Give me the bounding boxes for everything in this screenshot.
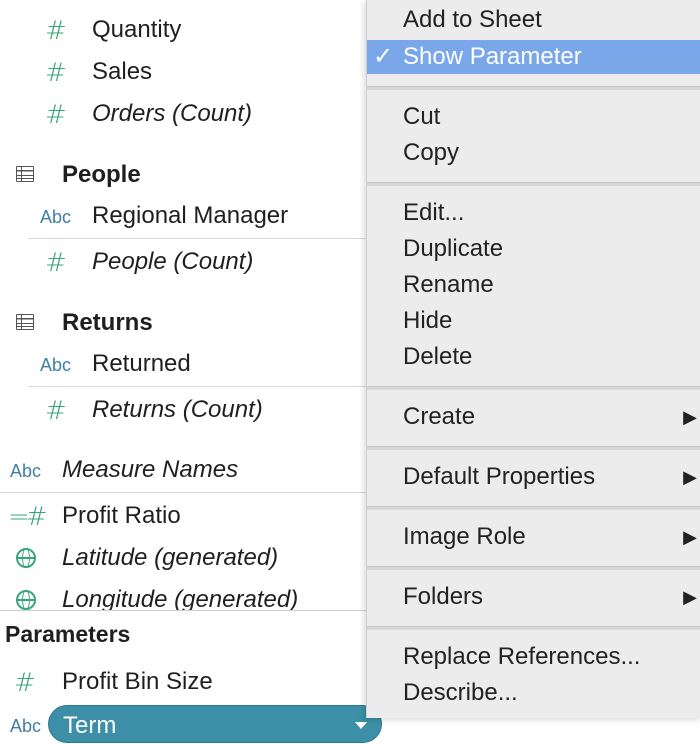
table-icon <box>16 166 34 182</box>
menu-item-describe[interactable]: Describe... <box>367 676 700 710</box>
menu-item-label: Duplicate <box>403 235 504 262</box>
parameter-term-pill[interactable]: Term <box>48 705 382 743</box>
menu-separator <box>367 182 700 186</box>
divider <box>0 492 366 493</box>
menu-item-replace-references[interactable]: Replace References... <box>367 640 700 674</box>
table-people[interactable]: People <box>62 163 141 187</box>
field-people-count[interactable]: People (Count) <box>92 250 253 274</box>
submenu-arrow-icon: ▶ <box>683 527 697 547</box>
menu-item-label: Create <box>403 403 476 430</box>
menu-item-label: Image Role <box>403 523 526 550</box>
menu-item-cut[interactable]: Cut <box>367 100 700 134</box>
submenu-arrow-icon: ▶ <box>683 407 697 427</box>
checkmark-icon: ✓ <box>373 43 394 70</box>
menu-separator <box>367 86 700 90</box>
dropdown-caret-icon[interactable] <box>355 722 367 729</box>
divider <box>28 238 366 239</box>
menu-item-delete[interactable]: Delete <box>367 340 700 374</box>
menu-separator <box>367 566 700 570</box>
submenu-arrow-icon: ▶ <box>683 587 697 607</box>
submenu-arrow-icon: ▶ <box>683 467 697 487</box>
field-measure-names[interactable]: Measure Names <box>62 458 238 482</box>
menu-item-label: Edit... <box>403 199 465 226</box>
parameter-term-label: Term <box>63 712 117 739</box>
menu-item-label: Delete <box>403 343 473 370</box>
field-regional-manager[interactable]: Regional Manager <box>92 204 288 228</box>
menu-item-create[interactable]: Create ▶ <box>367 400 700 434</box>
menu-item-folders[interactable]: Folders ▶ <box>367 580 700 614</box>
menu-separator <box>367 386 700 390</box>
dimension-abc-icon: Abc <box>10 461 42 481</box>
menu-item-label: Rename <box>403 271 494 298</box>
menu-item-default-properties[interactable]: Default Properties ▶ <box>367 460 700 494</box>
menu-item-hide[interactable]: Hide <box>367 304 700 338</box>
menu-item-label: Replace References... <box>403 643 641 670</box>
menu-item-copy[interactable]: Copy <box>367 136 700 170</box>
measure-hash-icon: # <box>14 668 36 698</box>
parameter-profit-bin-size[interactable]: Profit Bin Size <box>62 670 213 694</box>
field-latitude[interactable]: Latitude (generated) <box>62 546 278 570</box>
menu-item-label: Add to Sheet <box>403 6 542 33</box>
menu-item-label: Cut <box>403 103 441 130</box>
measure-hash-icon: # <box>45 58 67 88</box>
table-icon <box>16 314 34 330</box>
menu-item-label: Copy <box>403 139 460 166</box>
measure-hash-icon: # <box>45 248 67 278</box>
measure-hash-icon: # <box>45 16 67 46</box>
menu-item-show-parameter[interactable]: ✓ Show Parameter <box>367 40 700 74</box>
menu-item-duplicate[interactable]: Duplicate <box>367 232 700 266</box>
field-orders-count[interactable]: Orders (Count) <box>92 102 252 126</box>
globe-icon <box>16 590 36 610</box>
field-profit-ratio[interactable]: Profit Ratio <box>62 504 181 528</box>
menu-item-label: Folders <box>403 583 484 610</box>
globe-icon <box>16 548 36 568</box>
menu-item-label: Default Properties <box>403 463 596 490</box>
menu-separator <box>367 626 700 630</box>
calculated-measure-icon: =# <box>8 502 48 532</box>
divider <box>28 386 366 387</box>
context-menu: Add to Sheet ✓ Show Parameter Cut Copy Ed… <box>366 0 700 718</box>
dimension-abc-icon: Abc <box>40 355 72 375</box>
field-sales[interactable]: Sales <box>92 60 152 84</box>
menu-item-label: Describe... <box>403 679 518 706</box>
menu-separator <box>367 506 700 510</box>
section-divider <box>0 610 366 611</box>
measure-hash-icon: # <box>45 100 67 130</box>
dimension-abc-icon: Abc <box>10 716 42 736</box>
dimension-abc-icon: Abc <box>40 207 72 227</box>
field-quantity[interactable]: Quantity <box>92 18 181 42</box>
menu-item-rename[interactable]: Rename <box>367 268 700 302</box>
measure-hash-icon: # <box>45 396 67 426</box>
field-returned[interactable]: Returned <box>92 352 191 376</box>
menu-item-label: Hide <box>403 307 453 334</box>
menu-item-edit[interactable]: Edit... <box>367 196 700 230</box>
scroll-clip: Longitude (generated) <box>0 580 366 610</box>
field-longitude[interactable]: Longitude (generated) <box>62 588 298 611</box>
table-returns[interactable]: Returns <box>62 311 153 335</box>
parameters-header: Parameters <box>5 621 131 647</box>
menu-item-image-role[interactable]: Image Role ▶ <box>367 520 700 554</box>
field-returns-count[interactable]: Returns (Count) <box>92 398 263 422</box>
menu-item-label: Show Parameter <box>403 43 582 70</box>
menu-separator <box>367 446 700 450</box>
menu-item-add-to-sheet[interactable]: Add to Sheet <box>367 3 700 37</box>
